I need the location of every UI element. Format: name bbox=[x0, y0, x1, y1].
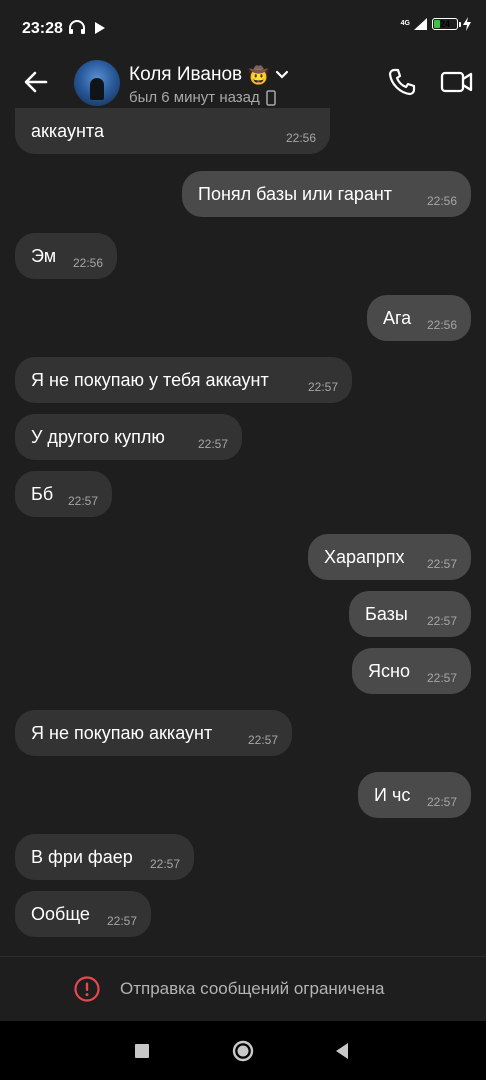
message-time: 22:57 bbox=[197, 437, 228, 451]
phone-call-icon[interactable] bbox=[386, 66, 418, 98]
message-text: В фри фаер bbox=[31, 847, 133, 867]
message-text: Эм bbox=[31, 246, 57, 266]
status-right: 4G 24 bbox=[401, 17, 472, 31]
message-text: аккаунта bbox=[31, 121, 104, 141]
video-call-icon[interactable] bbox=[440, 66, 474, 98]
message-time: 22:57 bbox=[426, 557, 457, 571]
chevron-down-icon[interactable] bbox=[275, 70, 289, 80]
message-time: 22:57 bbox=[426, 671, 457, 685]
message-time: 22:56 bbox=[72, 256, 103, 270]
message-time: 22:57 bbox=[426, 795, 457, 809]
network-type: 4G bbox=[400, 20, 410, 27]
message-time: 22:57 bbox=[247, 733, 278, 747]
message-text: Ообще bbox=[31, 904, 90, 924]
status-time: 23:28 bbox=[22, 20, 63, 37]
message-text: Я не покупаю аккаунт bbox=[31, 723, 213, 743]
play-icon bbox=[95, 22, 105, 34]
charging-icon bbox=[463, 17, 471, 31]
message-text: Базы bbox=[365, 604, 408, 624]
contact-name-row[interactable]: Коля Иванов 🤠 bbox=[129, 64, 289, 86]
cowboy-emoji: 🤠 bbox=[248, 65, 270, 85]
home-button[interactable] bbox=[232, 1040, 254, 1062]
battery-level: 24 bbox=[439, 19, 450, 29]
last-seen: был 6 минут назад bbox=[129, 89, 260, 106]
message-bubble[interactable]: Базы 22:57 bbox=[349, 591, 471, 637]
status-bar: 23:28 4G 24 bbox=[0, 0, 486, 58]
message-bubble[interactable]: Харапрпх 22:57 bbox=[308, 534, 471, 580]
message-time: 22:57 bbox=[307, 380, 338, 394]
restriction-notice: Отправка сообщений ограничена bbox=[0, 957, 486, 1021]
message-bubble[interactable]: И чс 22:57 bbox=[358, 772, 471, 818]
message-bubble[interactable]: Ообще 22:57 bbox=[15, 891, 151, 937]
message-text: У другого куплю bbox=[31, 427, 165, 447]
message-bubble[interactable]: аккаунта 22:56 bbox=[15, 108, 330, 154]
avatar-figure bbox=[90, 78, 104, 100]
back-button[interactable] bbox=[334, 1042, 350, 1060]
signal-icon bbox=[414, 18, 427, 30]
battery-icon: 24 bbox=[432, 18, 461, 30]
contact-status-row: был 6 минут назад bbox=[129, 89, 276, 106]
message-bubble[interactable]: Понял базы или гарант 22:56 bbox=[182, 171, 471, 217]
message-time: 22:57 bbox=[149, 857, 180, 871]
message-text: Понял базы или гарант bbox=[198, 184, 393, 204]
message-bubble[interactable]: Я не покупаю у тебя аккаунт 22:57 bbox=[15, 357, 352, 403]
message-text: Ага bbox=[383, 308, 412, 328]
message-time: 22:56 bbox=[426, 194, 457, 208]
avatar[interactable] bbox=[74, 60, 120, 106]
phone-device-icon bbox=[266, 89, 276, 106]
battery-fill bbox=[434, 20, 440, 28]
recent-apps-button[interactable] bbox=[135, 1044, 149, 1058]
message-text: Харапрпх bbox=[324, 547, 405, 567]
back-arrow-icon[interactable] bbox=[20, 66, 52, 98]
restriction-text: Отправка сообщений ограничена bbox=[120, 979, 385, 998]
message-bubble[interactable]: Эм 22:56 bbox=[15, 233, 117, 279]
message-text: Ясно bbox=[368, 661, 410, 681]
message-text: Бб bbox=[31, 484, 54, 504]
message-bubble[interactable]: В фри фаер 22:57 bbox=[15, 834, 194, 880]
warning-icon bbox=[74, 976, 100, 1002]
message-time: 22:56 bbox=[426, 318, 457, 332]
message-bubble[interactable]: У другого куплю 22:57 bbox=[15, 414, 242, 460]
chat-header: Коля Иванов 🤠 был 6 минут назад bbox=[0, 58, 486, 114]
message-time: 22:56 bbox=[285, 131, 316, 145]
message-bubble[interactable]: Ага 22:56 bbox=[367, 295, 471, 341]
message-time: 22:57 bbox=[67, 494, 98, 508]
message-text: И чс bbox=[374, 785, 411, 805]
message-time: 22:57 bbox=[426, 614, 457, 628]
system-nav-bar bbox=[0, 1021, 486, 1080]
contact-name: Коля Иванов bbox=[129, 64, 243, 85]
message-text: Я не покупаю у тебя аккаунт bbox=[31, 370, 269, 390]
headphones-icon bbox=[69, 20, 85, 34]
message-bubble[interactable]: Я не покупаю аккаунт 22:57 bbox=[15, 710, 292, 756]
message-bubble[interactable]: Бб 22:57 bbox=[15, 471, 112, 517]
message-time: 22:57 bbox=[106, 914, 137, 928]
message-bubble[interactable]: Ясно 22:57 bbox=[352, 648, 471, 694]
